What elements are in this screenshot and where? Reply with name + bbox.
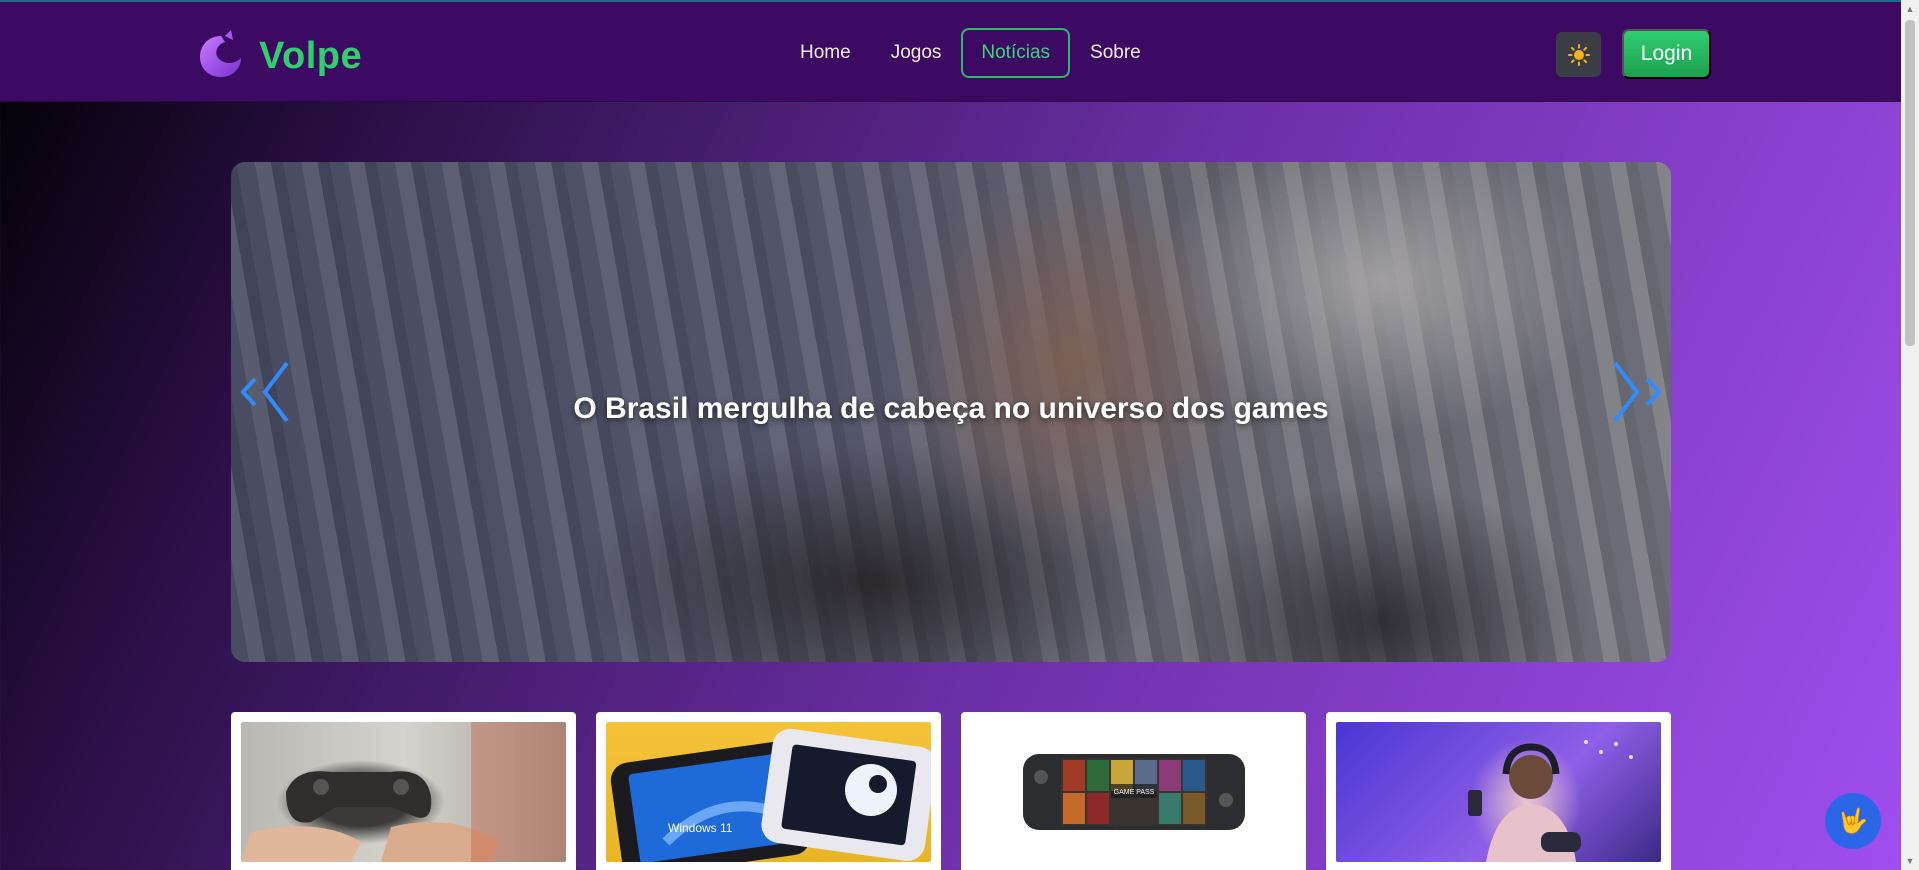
theme-toggle-button[interactable] bbox=[1556, 32, 1601, 77]
news-card[interactable]: Windows 11 bbox=[596, 712, 941, 870]
gamer-girl-photo bbox=[1336, 722, 1661, 862]
carousel-next-button[interactable] bbox=[1607, 357, 1667, 427]
nav-sobre[interactable]: Sobre bbox=[1070, 28, 1161, 78]
scroll-up-arrow-icon[interactable]: ▲ bbox=[1905, 4, 1915, 14]
news-card[interactable]: GAME PASS bbox=[961, 712, 1306, 870]
news-cards: Windows 11 GAME PASS bbox=[231, 712, 1671, 870]
nav-noticias[interactable]: Notícias bbox=[961, 28, 1071, 78]
windows-11-label: Windows 11 bbox=[668, 821, 733, 835]
nav-jogos[interactable]: Jogos bbox=[871, 28, 962, 78]
fox-logo-icon bbox=[200, 30, 241, 77]
scroll-down-arrow-icon[interactable]: ▼ bbox=[1905, 856, 1915, 866]
brand-name: Volpe bbox=[259, 34, 363, 77]
accessibility-hand-icon: 🤟 bbox=[1838, 807, 1868, 835]
login-button[interactable]: Login bbox=[1622, 29, 1711, 79]
carousel-slide-title[interactable]: O Brasil mergulha de cabeça no universo … bbox=[231, 392, 1671, 426]
sun-icon bbox=[1567, 43, 1590, 66]
game-pass-label: GAME PASS bbox=[1114, 789, 1155, 796]
page-scrollbar[interactable]: ▲ ▼ bbox=[1901, 0, 1919, 870]
chevron-right-icon bbox=[1613, 361, 1662, 423]
controller-hands-photo bbox=[241, 722, 566, 862]
handheld-consoles-photo: Windows 11 bbox=[606, 722, 931, 862]
nav-home[interactable]: Home bbox=[780, 28, 871, 78]
site-header: Volpe Home Jogos Notícias Sobre Login bbox=[0, 2, 1901, 102]
main-nav: Home Jogos Notícias Sobre bbox=[780, 28, 1161, 78]
news-carousel: O Brasil mergulha de cabeça no universo … bbox=[231, 162, 1671, 662]
brand-logo[interactable]: Volpe bbox=[195, 30, 363, 80]
news-card[interactable] bbox=[231, 712, 576, 870]
game-pass-controller-photo: GAME PASS bbox=[971, 722, 1296, 862]
accessibility-button[interactable]: 🤟 bbox=[1825, 793, 1881, 849]
news-card[interactable] bbox=[1326, 712, 1671, 870]
scrollbar-thumb[interactable] bbox=[1905, 20, 1915, 346]
